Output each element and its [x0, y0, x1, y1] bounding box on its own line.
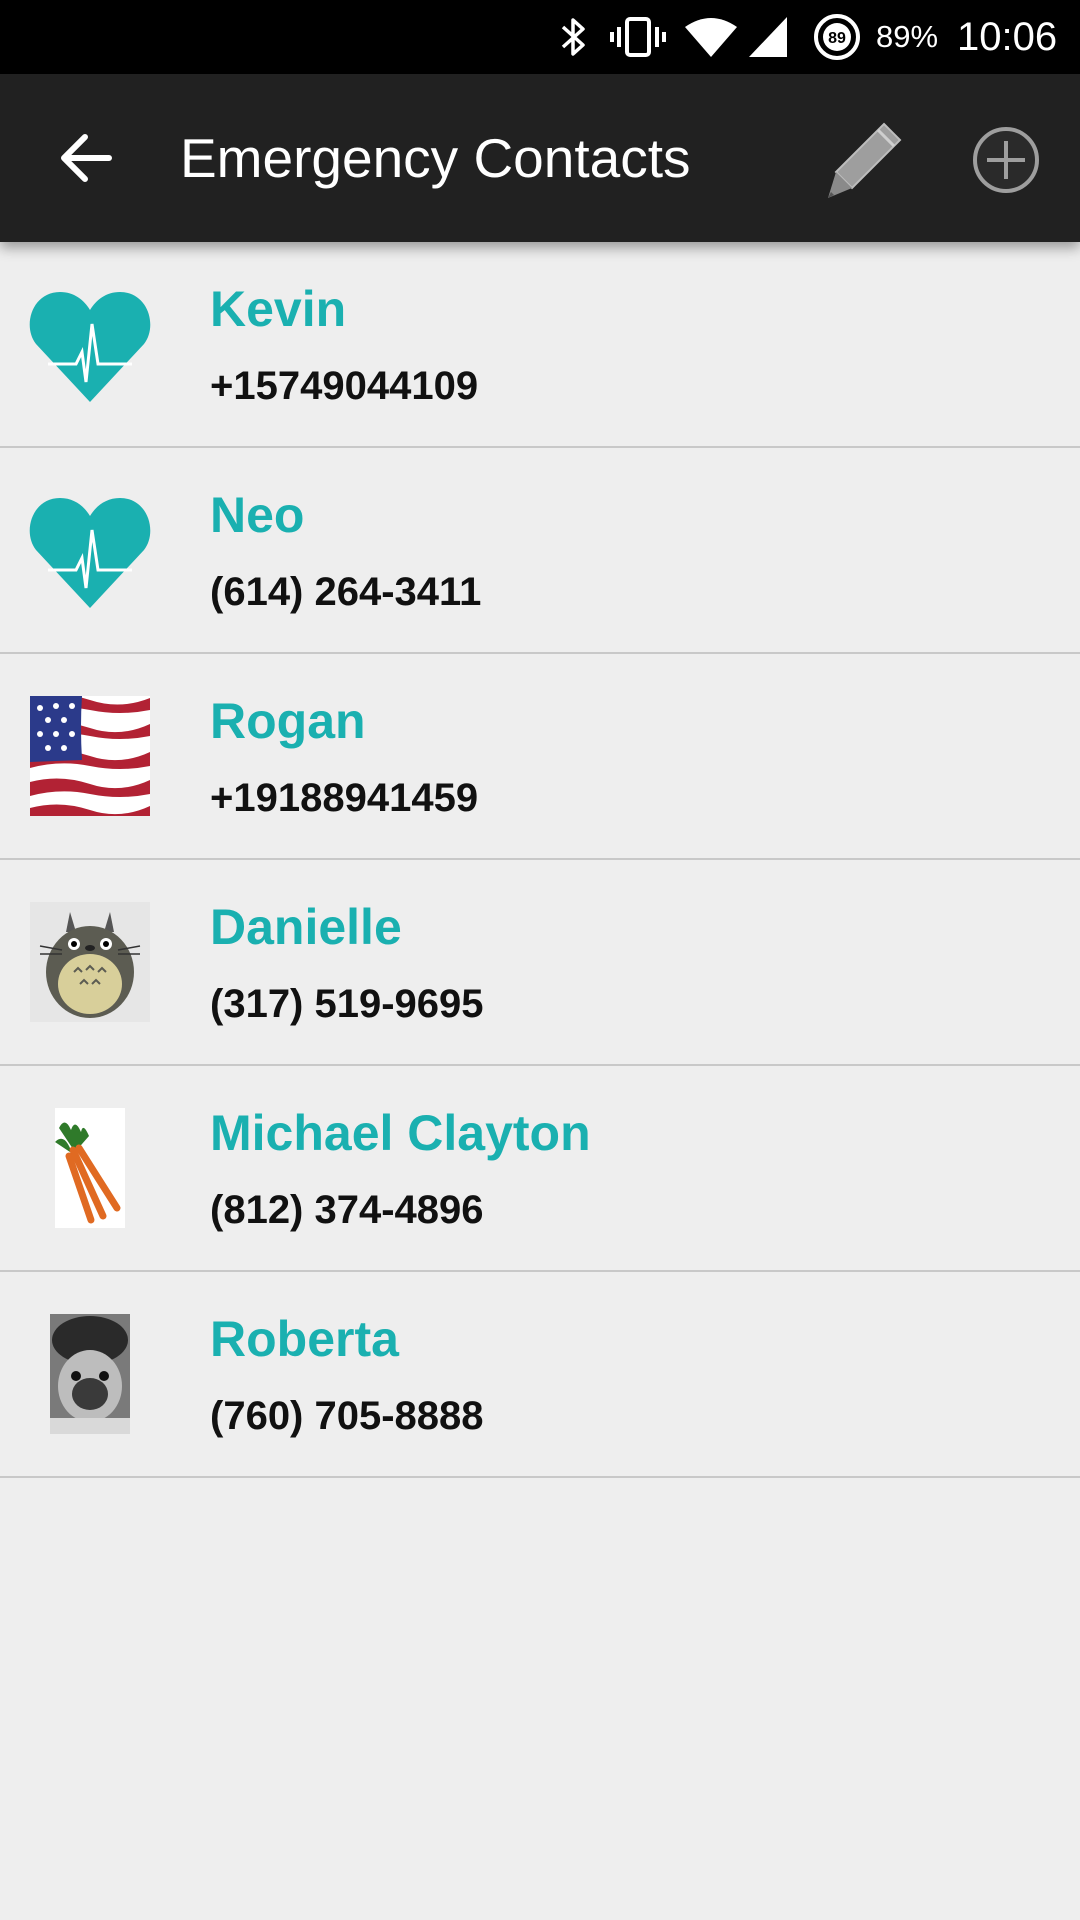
contact-row[interactable]: Kevin +15749044109 — [0, 242, 1080, 448]
contact-list: Kevin +15749044109 Neo (614) 264-3411 Ro… — [0, 242, 1080, 1478]
battery-percentage: 89% — [876, 19, 939, 54]
edit-button[interactable] — [818, 114, 910, 206]
contact-phone: (812) 374-4896 — [210, 1188, 484, 1232]
contact-row[interactable]: Michael Clayton (812) 374-4896 — [0, 1066, 1080, 1272]
pencil-icon — [828, 122, 902, 198]
totoro-photo — [28, 900, 152, 1024]
wifi-icon — [682, 13, 740, 61]
us-flag-photo — [28, 694, 152, 818]
contact-phone: +15749044109 — [210, 364, 479, 408]
arrow-back-icon — [61, 134, 112, 182]
heart-pulse-icon — [28, 488, 152, 612]
pug-photo — [28, 1312, 152, 1436]
contact-phone: (614) 264-3411 — [210, 570, 482, 614]
contact-phone: (317) 519-9695 — [210, 982, 484, 1026]
status-bar: 89 89% 10:06 — [0, 0, 1080, 74]
carrots-photo — [28, 1106, 152, 1230]
contact-name: Roberta — [210, 1311, 399, 1367]
contact-name: Neo — [210, 487, 305, 543]
app-bar: Emergency Contacts — [0, 74, 1080, 242]
cell-signal-icon — [746, 13, 790, 61]
add-contact-button[interactable] — [964, 118, 1048, 202]
contact-name: Michael Clayton — [210, 1105, 591, 1161]
contact-row[interactable]: Roberta (760) 705-8888 — [0, 1272, 1080, 1478]
contact-phone: (760) 705-8888 — [210, 1394, 484, 1438]
contact-row[interactable]: Danielle (317) 519-9695 — [0, 860, 1080, 1066]
contact-name: Rogan — [210, 693, 366, 749]
bluetooth-icon — [556, 13, 592, 61]
add-circle-icon — [973, 127, 1039, 193]
contact-name: Kevin — [210, 281, 347, 337]
battery-saver-icon: 89 — [812, 13, 862, 61]
heart-pulse-icon — [28, 282, 152, 406]
back-button[interactable] — [46, 118, 126, 198]
contact-name: Danielle — [210, 899, 402, 955]
contact-row[interactable]: Neo (614) 264-3411 — [0, 448, 1080, 654]
clock: 10:06 — [957, 15, 1058, 59]
contact-phone: +19188941459 — [210, 776, 479, 820]
contact-row[interactable]: Rogan +19188941459 — [0, 654, 1080, 860]
svg-text:89: 89 — [828, 30, 846, 47]
vibrate-icon — [608, 13, 668, 61]
page-title: Emergency Contacts — [180, 127, 691, 189]
